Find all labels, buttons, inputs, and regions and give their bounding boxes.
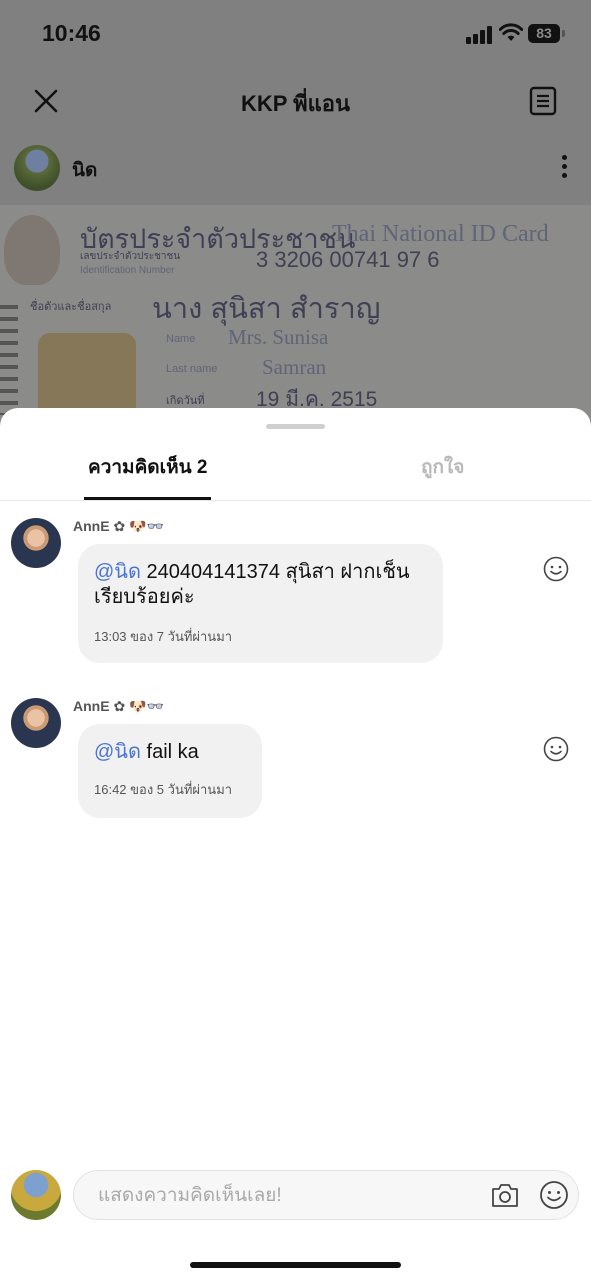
card-id-number: 3 3206 00741 97 6 [256, 247, 440, 272]
status-bar: 10:46 83 [0, 0, 591, 70]
my-avatar [11, 1170, 61, 1220]
background-overlay: 10:46 83 KKP พี่แอน นิด บัตรประจำตัวประช… [0, 0, 591, 420]
tab-comments[interactable]: ความคิดเห็น 2 [88, 452, 207, 482]
comment-timestamp: 13:03 ของ 7 วันที่ผ่านมา [94, 629, 233, 644]
comment-bubble[interactable]: @นิด fail ka 16:42 ของ 5 วันที่ผ่านมา [78, 724, 262, 818]
home-indicator [190, 1262, 401, 1268]
comment-body: fail ka [140, 741, 199, 763]
comment-input[interactable] [96, 1180, 470, 1212]
card-lastname-label-en: Last name [166, 363, 218, 375]
card-id-label-en: Identification Number [80, 265, 175, 276]
comment-input-container[interactable] [73, 1170, 579, 1220]
card-chip [38, 333, 136, 418]
id-card-image: บัตรประจำตัวประชาชน Thai National ID Car… [0, 205, 591, 420]
post-author-avatar[interactable] [14, 145, 60, 191]
wifi-icon [499, 23, 523, 41]
commenter-name[interactable]: AnnE ✿ 🐶👓 [73, 518, 164, 535]
comment-text: @นิด 240404141374 สุนิสา ฝากเช็นเรียบร้อ… [94, 560, 425, 610]
comment-body: 240404141374 สุนิสา ฝากเช็นเรียบร้อยค่ะ [94, 561, 410, 608]
card-title-en: Thai National ID Card [332, 221, 549, 247]
battery-tip [562, 30, 565, 37]
comment-mention[interactable]: @นิด [94, 741, 141, 763]
emoji-icon[interactable] [539, 1180, 569, 1210]
comment-text: @นิด fail ka [94, 740, 244, 765]
signal-icon [466, 26, 496, 44]
card-name-en: Mrs. Sunisa [228, 325, 329, 349]
card-id-label-th: เลขประจำตัวประชาชน [80, 251, 181, 262]
comment-mention[interactable]: @นิด [94, 561, 141, 583]
card-lastname-en: Samran [262, 355, 327, 379]
commenter-name[interactable]: AnnE ✿ 🐶👓 [73, 698, 164, 715]
card-dob-label-th: เกิดวันที่ [166, 395, 205, 407]
card-name-label-en: Name [166, 333, 196, 345]
commenter-avatar[interactable] [11, 518, 61, 568]
comment-bubble[interactable]: @นิด 240404141374 สุนิสา ฝากเช็นเรียบร้อ… [78, 544, 443, 663]
commenter-avatar[interactable] [11, 698, 61, 748]
card-name-label-th: ชื่อตัวและชื่อสกุล [30, 301, 112, 313]
tab-likes[interactable]: ถูกใจ [421, 452, 464, 482]
more-icon[interactable] [560, 155, 568, 181]
status-time: 10:46 [42, 20, 101, 46]
comment-input-bar [0, 1150, 591, 1280]
post-author-name[interactable]: นิด [72, 155, 97, 185]
sheet-drag-handle[interactable] [266, 424, 325, 429]
notes-icon[interactable] [528, 85, 558, 117]
emblem-seal [4, 215, 60, 285]
comment-timestamp: 16:42 ของ 5 วันที่ผ่านมา [94, 782, 233, 797]
tabs-divider [0, 500, 591, 501]
card-bars [0, 305, 18, 415]
battery-icon: 83 [528, 24, 560, 43]
smile-icon[interactable] [543, 556, 569, 582]
camera-icon[interactable] [490, 1181, 520, 1209]
chat-title: KKP พี่แอน [240, 91, 351, 116]
smile-icon[interactable] [543, 736, 569, 762]
